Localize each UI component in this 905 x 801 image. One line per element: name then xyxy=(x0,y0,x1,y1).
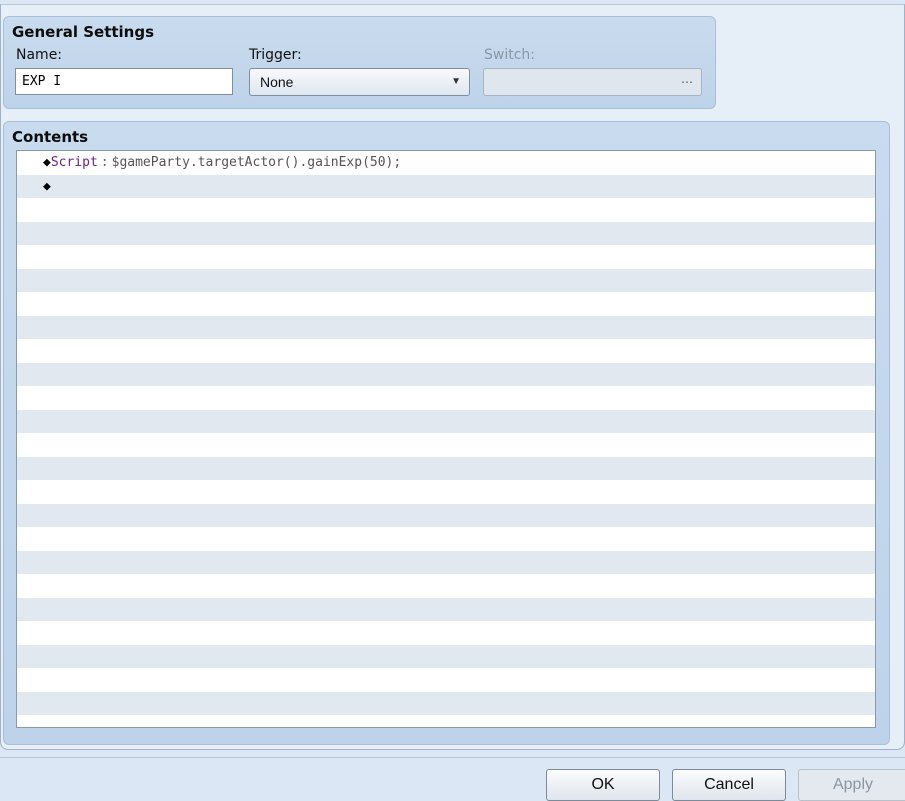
trigger-select[interactable]: None ▼ xyxy=(249,68,470,96)
name-input[interactable]: EXP I xyxy=(15,68,233,95)
apply-button[interactable]: Apply xyxy=(798,769,905,801)
command-marker-icon: ◆ xyxy=(43,178,51,194)
switch-selector[interactable]: … xyxy=(483,68,702,96)
divider xyxy=(0,757,905,758)
script-text: $gameParty.targetActor().gainExp(50); xyxy=(111,155,402,170)
contents-title: Contents xyxy=(12,128,89,146)
list-item[interactable]: ◆ xyxy=(17,175,875,199)
ellipsis-icon[interactable]: … xyxy=(681,72,693,86)
dropdown-arrow-icon: ▼ xyxy=(451,76,461,87)
switch-label: Switch: xyxy=(484,47,536,63)
name-label: Name: xyxy=(16,47,63,63)
general-settings-title: General Settings xyxy=(12,23,155,41)
trigger-value: None xyxy=(260,74,294,90)
cancel-button[interactable]: Cancel xyxy=(672,769,786,801)
command-marker-icon: ◆ xyxy=(43,155,51,170)
command-separator: : xyxy=(100,155,109,170)
list-item[interactable]: ◆Script: $gameParty.targetActor().gainExp… xyxy=(17,151,875,175)
ok-button[interactable]: OK xyxy=(546,769,660,801)
command-name: Script xyxy=(50,155,98,170)
event-command-list[interactable]: ◆Script: $gameParty.targetActor().gainExp… xyxy=(16,150,876,728)
trigger-label: Trigger: xyxy=(249,47,302,63)
